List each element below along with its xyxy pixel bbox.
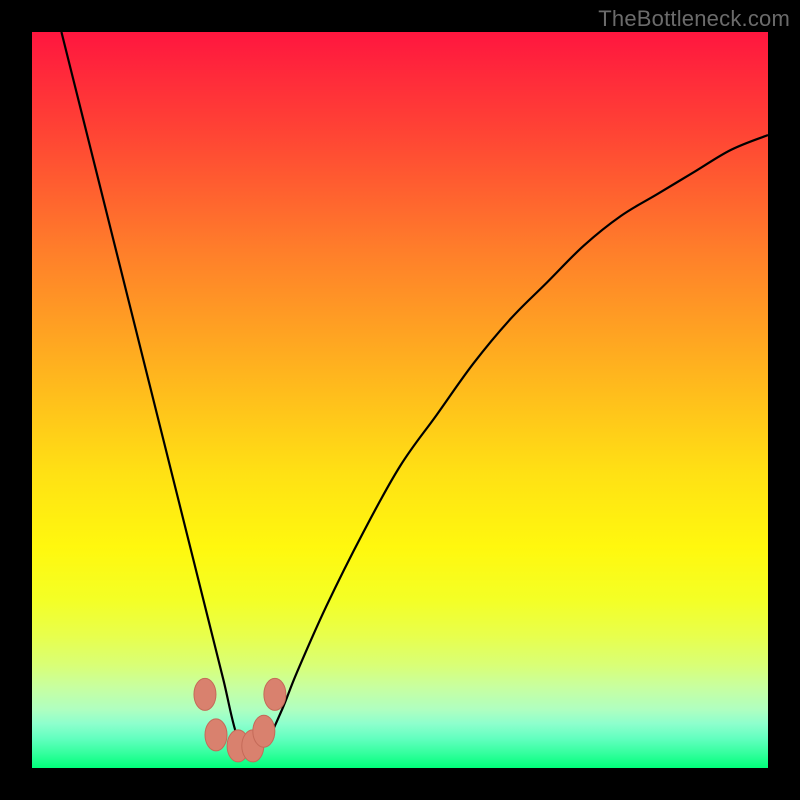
curve-markers [194,678,286,762]
watermark-text: TheBottleneck.com [598,6,790,32]
marker-left-upper [194,678,216,710]
chart-frame: TheBottleneck.com [0,0,800,800]
bottleneck-curve [61,32,768,747]
marker-left-lower [205,719,227,751]
chart-svg [32,32,768,768]
plot-area [32,32,768,768]
curve-path [61,32,768,747]
marker-right-lower [253,715,275,747]
marker-right-upper [264,678,286,710]
